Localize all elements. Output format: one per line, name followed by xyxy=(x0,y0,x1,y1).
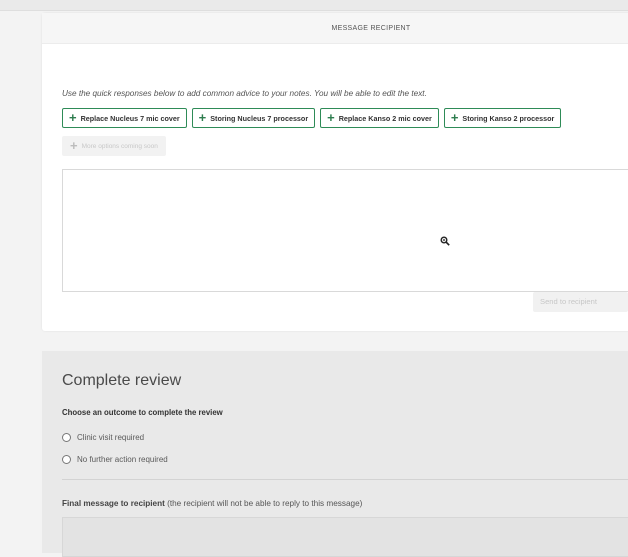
top-strip xyxy=(0,0,628,11)
plus-icon: + xyxy=(198,110,207,125)
more-options-button: + More options coming soon xyxy=(62,136,166,156)
plus-icon: + xyxy=(69,110,77,125)
card-header-title: MESSAGE RECIPIENT xyxy=(331,25,411,32)
send-to-recipient-button[interactable]: Send to recipient xyxy=(533,292,628,312)
final-message-title: Final message to recipient xyxy=(62,499,165,508)
radio-label: Clinic visit required xyxy=(77,433,145,442)
complete-review-section: Complete review Choose an outcome to com… xyxy=(42,351,628,557)
message-recipient-card: MESSAGE RECIPIENT Use the quick response… xyxy=(42,13,628,331)
quick-response-label: Storing Kanso 2 processor xyxy=(462,113,555,123)
quick-response-label: Storing Nucleus 7 processor xyxy=(210,113,309,123)
divider xyxy=(62,479,628,480)
quick-responses: + Replace Nucleus 7 mic cover + Storing … xyxy=(62,108,562,128)
plus-icon: + xyxy=(450,110,459,125)
more-options-label: More options coming soon xyxy=(81,142,158,150)
quick-response-button-nucleus7-mic[interactable]: + Replace Nucleus 7 mic cover xyxy=(62,108,187,128)
review-title: Complete review xyxy=(62,372,182,389)
radio-option-clinic-visit[interactable]: Clinic visit required xyxy=(62,433,144,442)
zoom-cursor-icon xyxy=(440,236,450,246)
notes-textarea[interactable] xyxy=(62,169,628,292)
radio-label: No further action required xyxy=(77,455,168,464)
quick-response-button-kanso2-mic[interactable]: + Replace Kanso 2 mic cover xyxy=(320,108,439,128)
final-message-note: (the recipient will not be able to reply… xyxy=(164,499,363,508)
card-header: MESSAGE RECIPIENT xyxy=(42,13,628,44)
radio-option-no-further-action[interactable]: No further action required xyxy=(62,455,168,464)
quick-response-button-nucleus7-storing[interactable]: + Storing Nucleus 7 processor xyxy=(191,108,316,128)
plus-icon: + xyxy=(70,138,78,153)
instructions-text: Use the quick responses below to add com… xyxy=(62,89,427,98)
radio-unchecked-icon[interactable] xyxy=(62,455,71,464)
quick-response-button-kanso2-storing[interactable]: + Storing Kanso 2 processor xyxy=(443,108,562,128)
quick-response-label: Replace Nucleus 7 mic cover xyxy=(80,113,180,123)
radio-unchecked-icon[interactable] xyxy=(62,433,71,442)
outcome-label: Choose an outcome to complete the review xyxy=(62,408,223,417)
final-message-textarea[interactable] xyxy=(62,517,628,557)
quick-response-label: Replace Kanso 2 mic cover xyxy=(338,113,432,123)
final-message-label: Final message to recipient (the recipien… xyxy=(62,499,362,508)
plus-icon: + xyxy=(327,110,335,125)
